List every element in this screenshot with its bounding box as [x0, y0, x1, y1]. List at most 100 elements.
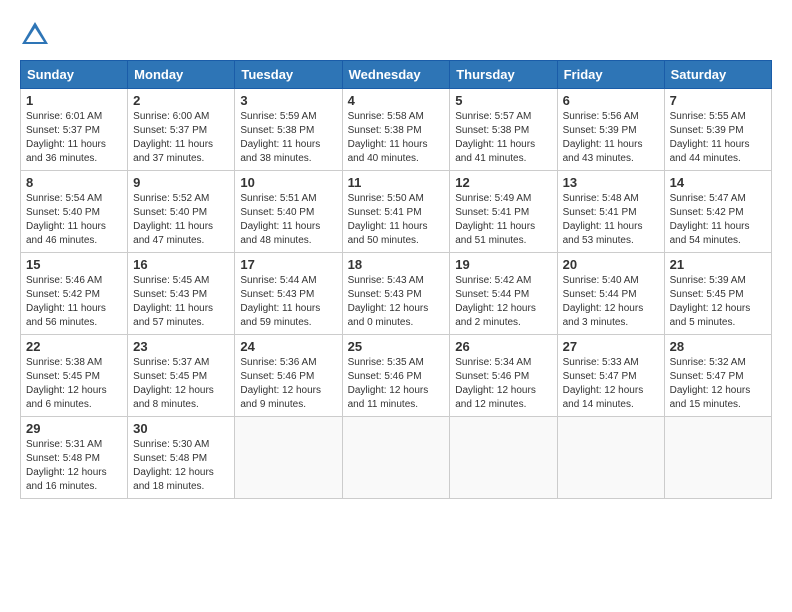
calendar-cell: 1 Sunrise: 6:01 AMSunset: 5:37 PMDaylight…: [21, 89, 128, 171]
day-number: 23: [133, 339, 229, 354]
day-number: 7: [670, 93, 766, 108]
day-info: Sunrise: 5:43 AMSunset: 5:43 PMDaylight:…: [348, 274, 445, 330]
day-number: 5: [455, 93, 551, 108]
calendar-cell: 2 Sunrise: 6:00 AMSunset: 5:37 PMDaylight…: [128, 89, 235, 171]
day-info: Sunrise: 5:30 AMSunset: 5:48 PMDaylight:…: [133, 438, 229, 494]
day-number: 28: [670, 339, 766, 354]
day-info: Sunrise: 5:49 AMSunset: 5:41 PMDaylight:…: [455, 192, 551, 248]
calendar-cell: 29Sunrise: 5:31 AMSunset: 5:48 PMDayligh…: [21, 417, 128, 499]
day-info: Sunrise: 5:47 AMSunset: 5:42 PMDaylight:…: [670, 192, 766, 248]
day-number: 18: [348, 257, 445, 272]
calendar-cell: 12 Sunrise: 5:49 AMSunset: 5:41 PMDayligh…: [450, 171, 557, 253]
calendar-header-row: SundayMondayTuesdayWednesdayThursdayFrid…: [21, 61, 772, 89]
logo-icon: [20, 20, 50, 50]
calendar-cell: 25Sunrise: 5:35 AMSunset: 5:46 PMDayligh…: [342, 335, 450, 417]
header-thursday: Thursday: [450, 61, 557, 89]
day-info: Sunrise: 5:37 AMSunset: 5:45 PMDaylight:…: [133, 356, 229, 412]
calendar-cell: [450, 417, 557, 499]
calendar-cell: 22 Sunrise: 5:38 AMSunset: 5:45 PMDayligh…: [21, 335, 128, 417]
day-number: 8: [26, 175, 122, 190]
day-info: Sunrise: 5:59 AMSunset: 5:38 PMDaylight:…: [240, 110, 336, 166]
header-tuesday: Tuesday: [235, 61, 342, 89]
day-number: 20: [563, 257, 659, 272]
day-number: 27: [563, 339, 659, 354]
day-number: 11: [348, 175, 445, 190]
day-info: Sunrise: 5:54 AMSunset: 5:40 PMDaylight:…: [26, 192, 122, 248]
day-info: Sunrise: 5:51 AMSunset: 5:40 PMDaylight:…: [240, 192, 336, 248]
day-number: 19: [455, 257, 551, 272]
calendar-cell: 21 Sunrise: 5:39 AMSunset: 5:45 PMDayligh…: [664, 253, 771, 335]
header-monday: Monday: [128, 61, 235, 89]
day-number: 14: [670, 175, 766, 190]
day-info: Sunrise: 5:58 AMSunset: 5:38 PMDaylight:…: [348, 110, 445, 166]
calendar-cell: 19 Sunrise: 5:42 AMSunset: 5:44 PMDayligh…: [450, 253, 557, 335]
day-info: Sunrise: 5:57 AMSunset: 5:38 PMDaylight:…: [455, 110, 551, 166]
calendar-cell: [342, 417, 450, 499]
calendar-cell: 7Sunrise: 5:55 AMSunset: 5:39 PMDaylight…: [664, 89, 771, 171]
day-info: Sunrise: 5:39 AMSunset: 5:45 PMDaylight:…: [670, 274, 766, 330]
header-saturday: Saturday: [664, 61, 771, 89]
day-info: Sunrise: 5:44 AMSunset: 5:43 PMDaylight:…: [240, 274, 336, 330]
calendar-cell: 10 Sunrise: 5:51 AMSunset: 5:40 PMDayligh…: [235, 171, 342, 253]
day-number: 6: [563, 93, 659, 108]
day-info: Sunrise: 5:34 AMSunset: 5:46 PMDaylight:…: [455, 356, 551, 412]
day-info: Sunrise: 5:50 AMSunset: 5:41 PMDaylight:…: [348, 192, 445, 248]
calendar-cell: 23 Sunrise: 5:37 AMSunset: 5:45 PMDayligh…: [128, 335, 235, 417]
day-info: Sunrise: 5:40 AMSunset: 5:44 PMDaylight:…: [563, 274, 659, 330]
calendar-cell: 5 Sunrise: 5:57 AMSunset: 5:38 PMDaylight…: [450, 89, 557, 171]
day-info: Sunrise: 6:00 AMSunset: 5:37 PMDaylight:…: [133, 110, 229, 166]
day-info: Sunrise: 5:42 AMSunset: 5:44 PMDaylight:…: [455, 274, 551, 330]
header-sunday: Sunday: [21, 61, 128, 89]
logo: [20, 20, 54, 50]
day-info: Sunrise: 5:56 AMSunset: 5:39 PMDaylight:…: [563, 110, 659, 166]
day-number: 1: [26, 93, 122, 108]
day-number: 12: [455, 175, 551, 190]
header-wednesday: Wednesday: [342, 61, 450, 89]
day-info: Sunrise: 5:35 AMSunset: 5:46 PMDaylight:…: [348, 356, 445, 412]
day-number: 21: [670, 257, 766, 272]
calendar-cell: 28 Sunrise: 5:32 AMSunset: 5:47 PMDayligh…: [664, 335, 771, 417]
header-friday: Friday: [557, 61, 664, 89]
calendar-cell: 15 Sunrise: 5:46 AMSunset: 5:42 PMDayligh…: [21, 253, 128, 335]
calendar-cell: [664, 417, 771, 499]
day-number: 3: [240, 93, 336, 108]
week-row-4: 22 Sunrise: 5:38 AMSunset: 5:45 PMDayligh…: [21, 335, 772, 417]
calendar-cell: 26 Sunrise: 5:34 AMSunset: 5:46 PMDayligh…: [450, 335, 557, 417]
day-info: Sunrise: 5:32 AMSunset: 5:47 PMDaylight:…: [670, 356, 766, 412]
day-number: 29: [26, 421, 122, 436]
day-number: 2: [133, 93, 229, 108]
day-number: 26: [455, 339, 551, 354]
week-row-5: 29Sunrise: 5:31 AMSunset: 5:48 PMDayligh…: [21, 417, 772, 499]
calendar-cell: 20 Sunrise: 5:40 AMSunset: 5:44 PMDayligh…: [557, 253, 664, 335]
day-info: Sunrise: 5:38 AMSunset: 5:45 PMDaylight:…: [26, 356, 122, 412]
calendar-cell: 17 Sunrise: 5:44 AMSunset: 5:43 PMDayligh…: [235, 253, 342, 335]
calendar-cell: 13 Sunrise: 5:48 AMSunset: 5:41 PMDayligh…: [557, 171, 664, 253]
day-number: 22: [26, 339, 122, 354]
page-header: [20, 20, 772, 50]
day-number: 13: [563, 175, 659, 190]
day-info: Sunrise: 5:46 AMSunset: 5:42 PMDaylight:…: [26, 274, 122, 330]
day-info: Sunrise: 5:48 AMSunset: 5:41 PMDaylight:…: [563, 192, 659, 248]
day-info: Sunrise: 5:52 AMSunset: 5:40 PMDaylight:…: [133, 192, 229, 248]
day-info: Sunrise: 6:01 AMSunset: 5:37 PMDaylight:…: [26, 110, 122, 166]
calendar-cell: 27 Sunrise: 5:33 AMSunset: 5:47 PMDayligh…: [557, 335, 664, 417]
day-number: 15: [26, 257, 122, 272]
week-row-3: 15 Sunrise: 5:46 AMSunset: 5:42 PMDayligh…: [21, 253, 772, 335]
day-info: Sunrise: 5:45 AMSunset: 5:43 PMDaylight:…: [133, 274, 229, 330]
day-number: 16: [133, 257, 229, 272]
calendar-cell: [557, 417, 664, 499]
week-row-2: 8 Sunrise: 5:54 AMSunset: 5:40 PMDaylight…: [21, 171, 772, 253]
calendar-cell: 4Sunrise: 5:58 AMSunset: 5:38 PMDaylight…: [342, 89, 450, 171]
calendar-cell: 3 Sunrise: 5:59 AMSunset: 5:38 PMDaylight…: [235, 89, 342, 171]
day-number: 17: [240, 257, 336, 272]
day-info: Sunrise: 5:33 AMSunset: 5:47 PMDaylight:…: [563, 356, 659, 412]
day-number: 30: [133, 421, 229, 436]
calendar-cell: 30 Sunrise: 5:30 AMSunset: 5:48 PMDayligh…: [128, 417, 235, 499]
calendar-cell: 18 Sunrise: 5:43 AMSunset: 5:43 PMDayligh…: [342, 253, 450, 335]
calendar-cell: 6 Sunrise: 5:56 AMSunset: 5:39 PMDaylight…: [557, 89, 664, 171]
calendar-cell: 11 Sunrise: 5:50 AMSunset: 5:41 PMDayligh…: [342, 171, 450, 253]
day-number: 10: [240, 175, 336, 190]
calendar-cell: 9Sunrise: 5:52 AMSunset: 5:40 PMDaylight…: [128, 171, 235, 253]
calendar-cell: 8 Sunrise: 5:54 AMSunset: 5:40 PMDaylight…: [21, 171, 128, 253]
calendar-cell: [235, 417, 342, 499]
